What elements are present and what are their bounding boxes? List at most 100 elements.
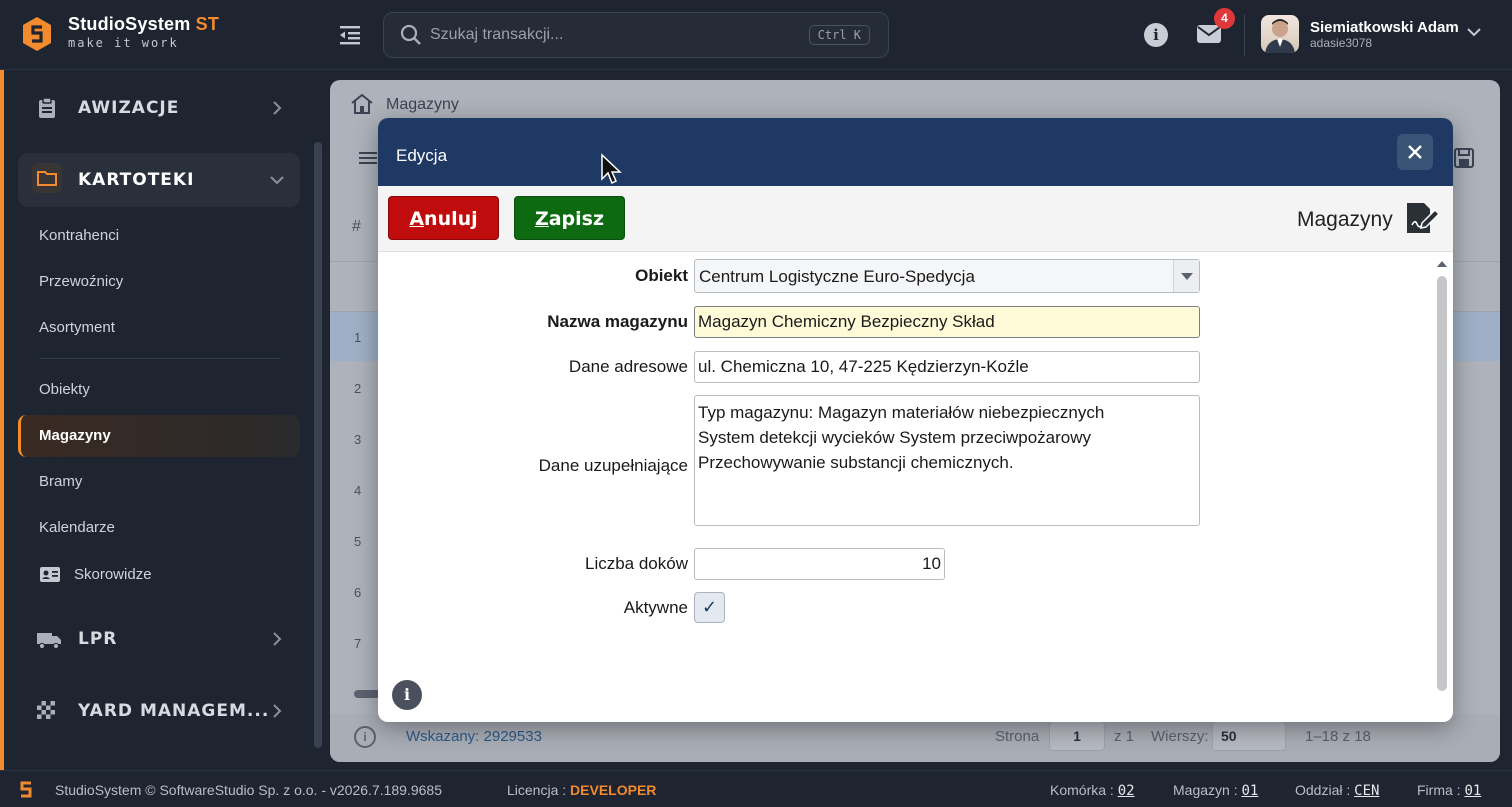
sidebar-item-label: Magazyny	[39, 427, 111, 444]
sidebar-section-label: AWIZACJE	[78, 98, 180, 118]
dialog-section-title: Magazyny	[1297, 208, 1393, 231]
row-number: 7	[354, 636, 362, 651]
sidebar-section-yard-management[interactable]: YARD MANAGEM...	[18, 684, 300, 738]
sidebar-item-magazyny[interactable]: Magazyny	[18, 415, 300, 457]
app-name: StudioSystem ST	[68, 14, 220, 34]
aktywne-label: Aktywne	[623, 598, 688, 617]
chevron-down-icon[interactable]	[1466, 26, 1482, 38]
obiekt-select[interactable]: Centrum Logistyczne Euro-Spedycja	[694, 259, 1200, 293]
page-count: z 1	[1114, 728, 1135, 745]
sidebar-item-kalendarze[interactable]: Kalendarze	[18, 507, 300, 549]
rows-per-page-select[interactable]: 50	[1212, 721, 1286, 751]
info-icon[interactable]: i	[392, 680, 422, 710]
oddzial-info[interactable]: Oddział : CEN	[1295, 782, 1379, 799]
dialog-scroll-thumb[interactable]	[1437, 276, 1447, 691]
dropdown-arrow[interactable]	[1173, 260, 1199, 292]
sidebar-section-awizacje[interactable]: AWIZACJE	[18, 81, 300, 135]
grid-header-hash: #	[352, 218, 361, 235]
dane-adresowe-input[interactable]	[694, 351, 1200, 383]
studiosystem-logo[interactable]	[22, 16, 52, 52]
magazyn-info[interactable]: Magazyn : 01	[1173, 782, 1258, 799]
checkmark-icon: ✓	[701, 597, 718, 617]
id-card-icon	[40, 567, 60, 582]
komorka-info[interactable]: Komórka : 02	[1050, 782, 1135, 799]
dialog-title: Edycja	[396, 146, 448, 165]
transaction-search[interactable]: Ctrl K	[383, 12, 889, 58]
row-number: 6	[354, 585, 362, 600]
sidebar-section-kartoteki[interactable]: KARTOTEKI	[18, 153, 300, 207]
list-menu-icon[interactable]	[358, 150, 378, 166]
app-tagline: make it work	[68, 36, 179, 50]
sidebar-item-asortyment[interactable]: Asortyment	[18, 307, 300, 349]
dialog-header: Edycja	[378, 118, 1453, 186]
close-button[interactable]	[1397, 134, 1433, 170]
obiekt-label: Obiekt	[635, 266, 688, 285]
chevron-right-icon	[273, 632, 282, 646]
sidebar-scrollbar[interactable]	[314, 142, 322, 748]
status-bar: StudioSystem © SoftwareStudio Sp. z o.o.…	[0, 770, 1512, 807]
chevron-right-icon	[273, 704, 282, 718]
top-divider	[1244, 14, 1245, 56]
liczba-dokow-input[interactable]	[694, 548, 945, 580]
page-number-input[interactable]: 1	[1049, 721, 1105, 751]
sidebar-item-przewoznicy[interactable]: Przewoźnicy	[18, 261, 300, 303]
dialog-toolbar: Anuluj Zapisz Magazyny	[378, 186, 1453, 252]
row-number: 2	[354, 381, 362, 396]
row-number: 4	[354, 483, 362, 498]
sidebar-item-label: Kontrahenci	[39, 227, 120, 244]
menu-collapse-icon[interactable]	[338, 24, 362, 46]
brand: StudioSystem ST make it work	[68, 14, 219, 50]
dane-adresowe-label: Dane adresowe	[568, 357, 688, 376]
avatar-photo	[1265, 19, 1295, 53]
save-button[interactable]: Zapisz	[514, 196, 625, 240]
liczba-dokow-label: Liczba doków	[584, 554, 688, 573]
chevron-down-icon	[270, 176, 284, 185]
mouse-cursor-icon	[601, 153, 622, 185]
truck-icon	[37, 633, 61, 650]
obiekt-selected-value: Centrum Logistyczne Euro-Spedycja	[699, 267, 975, 286]
row-number: 3	[354, 432, 362, 447]
search-shortcut-hint: Ctrl K	[808, 25, 870, 45]
sidebar-item-skorowidze[interactable]: Skorowidze	[18, 554, 300, 596]
sidebar-item-obiekty[interactable]: Obiekty	[18, 369, 300, 411]
firma-info[interactable]: Firma : 01	[1417, 782, 1481, 799]
save-icon[interactable]	[1454, 148, 1474, 168]
studiosystem-small-logo	[20, 781, 32, 798]
nazwa-magazynu-input[interactable]	[694, 306, 1200, 338]
search-input[interactable]	[430, 21, 790, 49]
rows-label: Wierszy:	[1151, 728, 1209, 745]
breadcrumb[interactable]: Magazyny	[386, 96, 459, 114]
home-icon[interactable]	[350, 93, 374, 115]
nazwa-magazynu-label: Nazwa magazynu	[547, 312, 688, 331]
cancel-button[interactable]: Anuluj	[388, 196, 499, 240]
mail-count-badge: 4	[1214, 8, 1235, 29]
range-label: 1–18 z 18	[1305, 728, 1371, 745]
sidebar-item-label: Skorowidze	[74, 566, 152, 583]
chevron-right-icon	[273, 101, 282, 115]
user-name[interactable]: Siemiatkowski Adam	[1310, 19, 1459, 36]
sidebar-item-label: Przewoźnicy	[39, 273, 124, 290]
sidebar-item-label: Kalendarze	[39, 519, 115, 536]
sidebar-item-label: Asortyment	[39, 319, 115, 336]
sidebar-item-label: Obiekty	[39, 381, 90, 398]
top-bar: StudioSystem ST make it work Ctrl K i 4 …	[0, 0, 1512, 70]
sidebar-item-kontrahenci[interactable]: Kontrahenci	[18, 215, 300, 257]
sidebar-section-label: LPR	[78, 629, 118, 649]
sidebar-section-lpr[interactable]: LPR	[18, 612, 300, 666]
edit-document-icon	[1407, 203, 1440, 233]
aktywne-checkbox[interactable]: ✓	[694, 592, 725, 623]
sidebar-section-label: YARD MANAGEM...	[78, 701, 270, 721]
folder-icon-box	[32, 163, 62, 193]
scroll-up-icon[interactable]	[1436, 259, 1448, 269]
user-login: adasie3078	[1310, 36, 1373, 50]
page-label: Strona	[995, 728, 1040, 745]
dane-uzupelniajace-textarea[interactable]: Typ magazynu: Magazyn materiałów niebezp…	[694, 395, 1200, 526]
horizontal-scroll-thumb[interactable]	[354, 690, 380, 698]
avatar[interactable]	[1261, 15, 1299, 53]
info-icon[interactable]: i	[354, 726, 376, 748]
search-icon	[400, 24, 421, 45]
sidebar-item-label: Bramy	[39, 473, 83, 490]
selected-record: Wskazany: 2929533	[406, 728, 542, 745]
info-icon[interactable]: i	[1144, 23, 1168, 47]
sidebar-item-bramy[interactable]: Bramy	[18, 461, 300, 503]
